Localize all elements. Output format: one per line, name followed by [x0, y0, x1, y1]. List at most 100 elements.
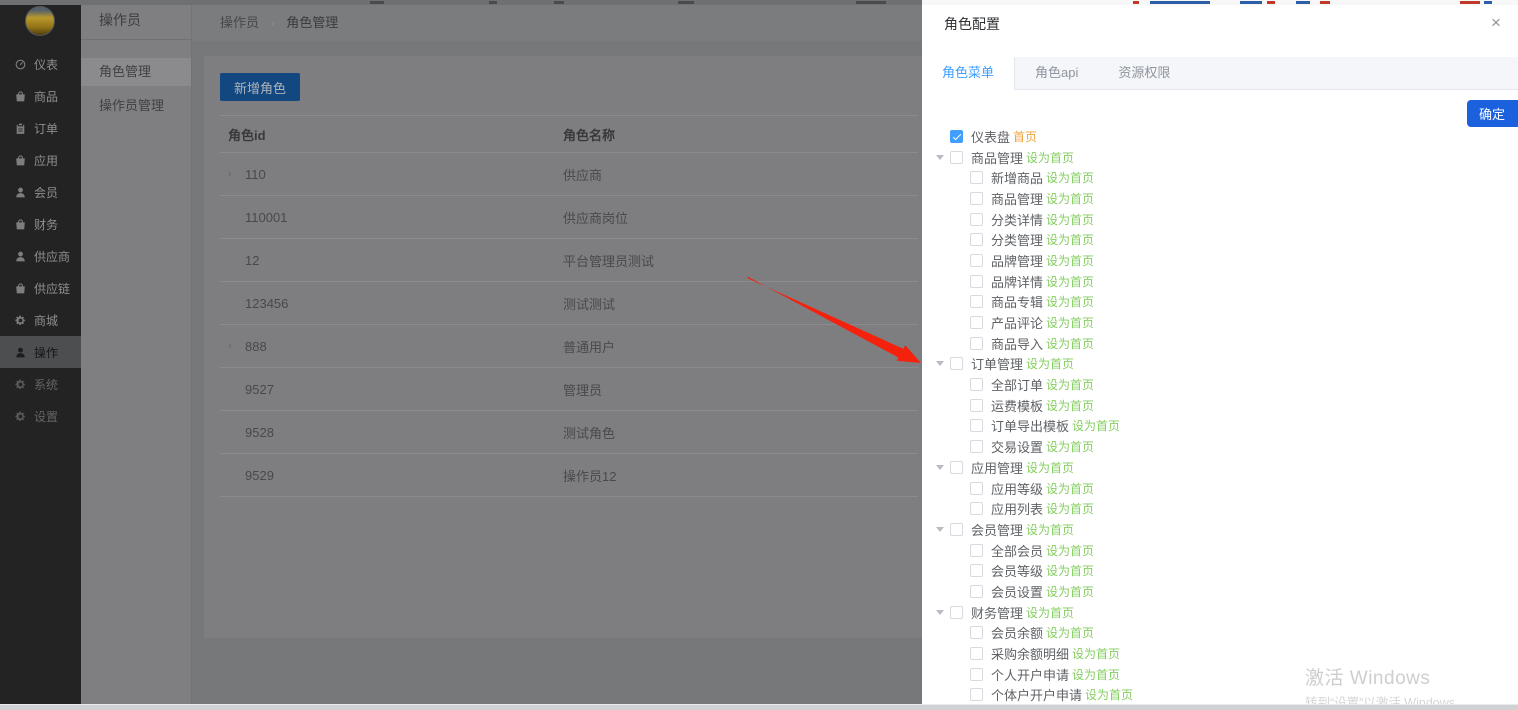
- tree-checkbox[interactable]: [950, 523, 963, 536]
- tree-checkbox[interactable]: [970, 564, 983, 577]
- set-homepage-link[interactable]: 设为首页: [1085, 686, 1133, 703]
- tree-node-应用列表[interactable]: 应用列表 设为首页: [922, 498, 1518, 519]
- tree-node-订单管理[interactable]: 订单管理 设为首页: [922, 354, 1518, 375]
- avatar[interactable]: [25, 6, 55, 36]
- tree-node-运费模板[interactable]: 运费模板 设为首页: [922, 395, 1518, 416]
- breadcrumb-item-operator[interactable]: 操作员: [220, 15, 259, 30]
- tree-checkbox[interactable]: [970, 647, 983, 660]
- set-homepage-link[interactable]: 设为首页: [1046, 273, 1094, 290]
- tree-node-个人开户申请[interactable]: 个人开户申请 设为首页: [922, 664, 1518, 685]
- set-homepage-link[interactable]: 设为首页: [1046, 190, 1094, 207]
- tree-node-采购余额明细[interactable]: 采购余额明细 设为首页: [922, 643, 1518, 664]
- sidebar-item-商品[interactable]: 商品: [0, 80, 81, 112]
- set-homepage-link[interactable]: 设为首页: [1026, 459, 1074, 476]
- tree-checkbox[interactable]: [970, 544, 983, 557]
- tree-node-财务管理[interactable]: 财务管理 设为首页: [922, 602, 1518, 623]
- add-role-button[interactable]: 新增角色: [220, 73, 300, 101]
- tree-checkbox[interactable]: [950, 461, 963, 474]
- set-homepage-link[interactable]: 设为首页: [1046, 335, 1094, 352]
- confirm-button[interactable]: 确定: [1467, 100, 1518, 127]
- set-homepage-link[interactable]: 设为首页: [1046, 211, 1094, 228]
- tree-node-分类管理[interactable]: 分类管理 设为首页: [922, 229, 1518, 250]
- tab-resource-permission[interactable]: 资源权限: [1098, 57, 1190, 90]
- tree-node-商品导入[interactable]: 商品导入 设为首页: [922, 333, 1518, 354]
- tree-checkbox[interactable]: [970, 668, 983, 681]
- tree-node-品牌详情[interactable]: 品牌详情 设为首页: [922, 271, 1518, 292]
- set-homepage-link[interactable]: 设为首页: [1046, 169, 1094, 186]
- tree-node-商品管理[interactable]: 商品管理 设为首页: [922, 188, 1518, 209]
- tree-expand-icon[interactable]: [936, 361, 944, 366]
- tree-checkbox[interactable]: [970, 482, 983, 495]
- set-homepage-link[interactable]: 设为首页: [1046, 231, 1094, 248]
- tree-node-商品专辑[interactable]: 商品专辑 设为首页: [922, 292, 1518, 313]
- set-homepage-link[interactable]: 设为首页: [1026, 149, 1074, 166]
- tree-expand-icon[interactable]: [936, 527, 944, 532]
- tree-node-订单导出模板[interactable]: 订单导出模板 设为首页: [922, 416, 1518, 437]
- tree-node-应用等级[interactable]: 应用等级 设为首页: [922, 478, 1518, 499]
- set-homepage-link[interactable]: 设为首页: [1046, 397, 1094, 414]
- tree-checkbox[interactable]: [970, 440, 983, 453]
- tree-checkbox[interactable]: [970, 275, 983, 288]
- tree-checkbox[interactable]: [970, 337, 983, 350]
- close-icon[interactable]: ×: [1484, 11, 1508, 35]
- submenu-item-角色管理[interactable]: 角色管理: [81, 58, 191, 86]
- tab-role-menu[interactable]: 角色菜单: [922, 57, 1015, 90]
- tree-node-商品管理[interactable]: 商品管理 设为首页: [922, 147, 1518, 168]
- tree-node-会员管理[interactable]: 会员管理 设为首页: [922, 519, 1518, 540]
- tree-checkbox[interactable]: [970, 585, 983, 598]
- tree-checkbox[interactable]: [970, 399, 983, 412]
- tree-node-个体户开户申请[interactable]: 个体户开户申请 设为首页: [922, 685, 1518, 704]
- sidebar-item-设置[interactable]: 设置: [0, 400, 81, 432]
- tree-checkbox[interactable]: [950, 606, 963, 619]
- tree-checkbox[interactable]: [970, 233, 983, 246]
- set-homepage-link[interactable]: 设为首页: [1072, 666, 1120, 683]
- sidebar-item-订单[interactable]: 订单: [0, 112, 81, 144]
- tree-node-品牌管理[interactable]: 品牌管理 设为首页: [922, 250, 1518, 271]
- tree-node-产品评论[interactable]: 产品评论 设为首页: [922, 312, 1518, 333]
- tree-checkbox[interactable]: [970, 316, 983, 329]
- set-homepage-link[interactable]: 设为首页: [1046, 500, 1094, 517]
- row-expand-icon[interactable]: ›: [228, 340, 236, 352]
- set-homepage-link[interactable]: 设为首页: [1046, 583, 1094, 600]
- tree-checkbox[interactable]: [970, 295, 983, 308]
- set-homepage-link[interactable]: 设为首页: [1026, 604, 1074, 621]
- tree-node-会员设置[interactable]: 会员设置 设为首页: [922, 581, 1518, 602]
- tree-checkbox[interactable]: [970, 502, 983, 515]
- tree-node-新增商品[interactable]: 新增商品 设为首页: [922, 167, 1518, 188]
- tree-checkbox[interactable]: [970, 419, 983, 432]
- set-homepage-link[interactable]: 设为首页: [1072, 645, 1120, 662]
- tree-checkbox[interactable]: [970, 192, 983, 205]
- tab-role-api[interactable]: 角色api: [1015, 57, 1098, 90]
- tree-checkbox[interactable]: [970, 213, 983, 226]
- set-homepage-link[interactable]: 设为首页: [1046, 542, 1094, 559]
- tree-node-仪表盘[interactable]: 仪表盘 首页: [922, 126, 1518, 147]
- set-homepage-link[interactable]: 设为首页: [1046, 376, 1094, 393]
- tree-expand-icon[interactable]: [936, 155, 944, 160]
- sidebar-item-财务[interactable]: 财务: [0, 208, 81, 240]
- tree-node-全部订单[interactable]: 全部订单 设为首页: [922, 374, 1518, 395]
- tree-checkbox[interactable]: [950, 151, 963, 164]
- set-homepage-link[interactable]: 设为首页: [1072, 417, 1120, 434]
- tree-node-全部会员[interactable]: 全部会员 设为首页: [922, 540, 1518, 561]
- tree-node-分类详情[interactable]: 分类详情 设为首页: [922, 209, 1518, 230]
- set-homepage-link[interactable]: 设为首页: [1026, 521, 1074, 538]
- sidebar-item-会员[interactable]: 会员: [0, 176, 81, 208]
- sidebar-item-系统[interactable]: 系统: [0, 368, 81, 400]
- tree-checkbox[interactable]: [950, 357, 963, 370]
- tree-checkbox[interactable]: [950, 130, 963, 143]
- set-homepage-link[interactable]: 设为首页: [1046, 252, 1094, 269]
- set-homepage-link[interactable]: 设为首页: [1046, 562, 1094, 579]
- tree-checkbox[interactable]: [970, 254, 983, 267]
- set-homepage-link[interactable]: 设为首页: [1046, 480, 1094, 497]
- tree-checkbox[interactable]: [970, 171, 983, 184]
- submenu-item-操作员管理[interactable]: 操作员管理: [81, 92, 191, 120]
- sidebar-item-供应商[interactable]: 供应商: [0, 240, 81, 272]
- set-homepage-link[interactable]: 设为首页: [1046, 314, 1094, 331]
- set-homepage-link[interactable]: 设为首页: [1046, 624, 1094, 641]
- tree-checkbox[interactable]: [970, 688, 983, 701]
- sidebar-item-应用[interactable]: 应用: [0, 144, 81, 176]
- tree-node-交易设置[interactable]: 交易设置 设为首页: [922, 436, 1518, 457]
- row-expand-icon[interactable]: ›: [228, 168, 236, 180]
- set-homepage-link[interactable]: 设为首页: [1046, 438, 1094, 455]
- tree-checkbox[interactable]: [970, 626, 983, 639]
